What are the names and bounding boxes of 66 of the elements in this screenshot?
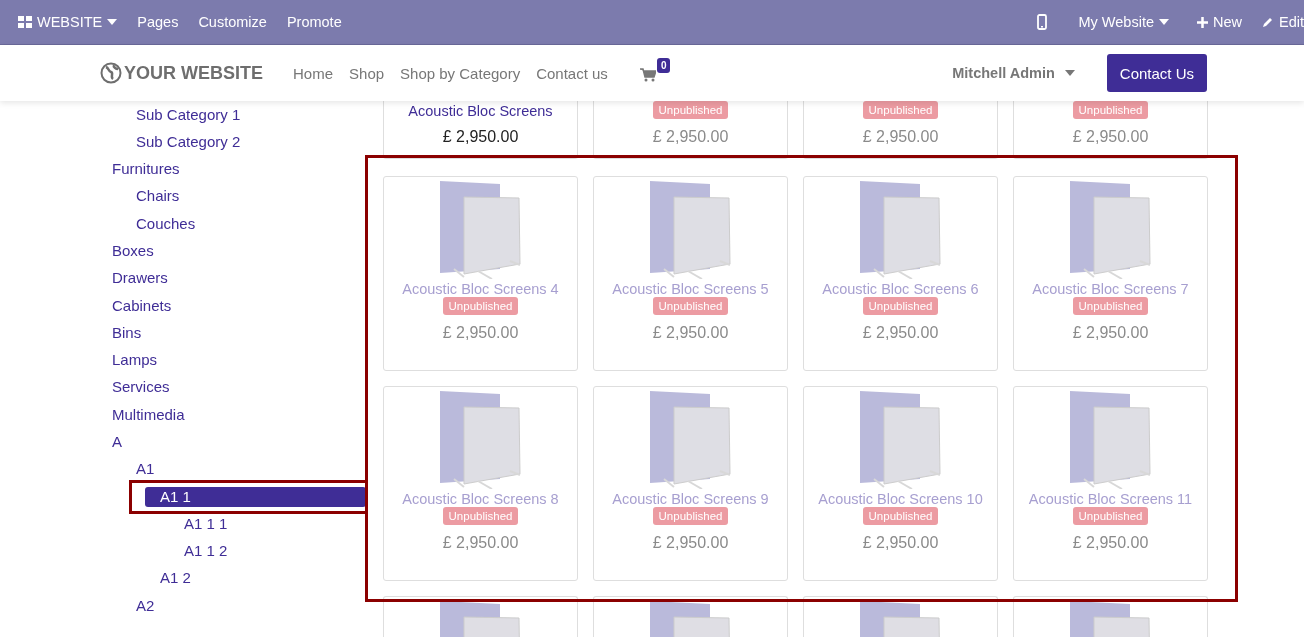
unpublished-badge: Unpublished	[652, 101, 729, 119]
site-logo[interactable]: YOUR WEBSITE	[100, 62, 263, 84]
unpublished-badge: Unpublished	[1072, 507, 1149, 525]
product-price: £ 2,950.00	[862, 534, 939, 552]
category-link[interactable]: Drawers	[112, 268, 168, 289]
category-link[interactable]: Chairs	[136, 186, 180, 207]
product-price: £ 2,950.00	[442, 324, 519, 342]
edit-button[interactable]: Edit	[1252, 14, 1304, 30]
category-link[interactable]: A1 1 1	[184, 513, 228, 534]
product-price: £ 2,950.00	[442, 534, 519, 552]
product-price: £ 2,950.00	[862, 128, 939, 146]
cart-icon	[639, 68, 656, 82]
unpublished-badge: Unpublished	[652, 507, 729, 525]
nav-link[interactable]: Home	[285, 64, 342, 82]
category-link[interactable]: A	[112, 432, 122, 452]
product-price: £ 2,950.00	[442, 128, 519, 146]
nav-link[interactable]: Contact us	[528, 64, 616, 82]
category-link[interactable]: Sub Category 1	[136, 104, 241, 125]
category-link[interactable]: Cabinets	[112, 295, 172, 316]
category-link[interactable]: Services	[112, 377, 170, 398]
unpublished-badge: Unpublished	[862, 507, 939, 525]
category-link[interactable]: A2	[136, 595, 155, 616]
globe-icon	[100, 62, 122, 84]
grid-icon	[18, 16, 32, 28]
unpublished-badge: Unpublished	[652, 297, 729, 315]
product-price: £ 2,950.00	[1072, 534, 1149, 552]
contact-us-button[interactable]: Contact Us	[1106, 54, 1207, 92]
category-link[interactable]: Sub Category 2	[136, 131, 241, 152]
unpublished-badge: Unpublished	[442, 507, 519, 525]
admin-menu-link[interactable]: Customize	[188, 14, 277, 30]
admin-menu-link[interactable]: Pages	[127, 14, 189, 30]
category-link[interactable]: A1	[136, 459, 155, 480]
unpublished-badge: Unpublished	[1072, 101, 1149, 119]
new-button[interactable]: New	[1187, 14, 1252, 30]
category-link[interactable]: A1 1	[145, 486, 366, 507]
apps-menu[interactable]: WEBSITE	[8, 14, 128, 30]
plus-icon	[1197, 16, 1208, 28]
product-price: £ 2,950.00	[652, 128, 729, 146]
admin-menu-link[interactable]: Promote	[276, 14, 352, 30]
product-price: £ 2,950.00	[1072, 128, 1149, 146]
product-name[interactable]: Acoustic Bloc Screens	[408, 103, 553, 119]
product-price: £ 2,950.00	[652, 324, 729, 342]
category-link[interactable]: A1 2	[160, 568, 191, 589]
unpublished-badge: Unpublished	[442, 297, 519, 315]
product-price: £ 2,950.00	[1072, 324, 1149, 342]
category-link[interactable]: A1 1 2	[184, 541, 228, 562]
unpublished-badge: Unpublished	[862, 101, 939, 119]
site-switcher[interactable]: My Website	[1068, 14, 1179, 30]
category-link[interactable]: Boxes	[112, 241, 154, 262]
category-link[interactable]: Multimedia	[112, 404, 185, 425]
user-menu[interactable]: Mitchell Admin	[952, 65, 1075, 81]
category-link[interactable]: Bins	[112, 322, 142, 343]
caret-icon	[107, 19, 118, 25]
product-price: £ 2,950.00	[862, 324, 939, 342]
unpublished-badge: Unpublished	[862, 297, 939, 315]
category-link[interactable]: Furnitures	[112, 159, 180, 180]
nav-link[interactable]: Shop	[341, 64, 393, 82]
cart-count: 0	[656, 58, 671, 73]
unpublished-badge: Unpublished	[1072, 297, 1149, 315]
nav-link[interactable]: Shop by Category	[392, 64, 529, 82]
caret-icon	[1159, 19, 1169, 25]
product-price: £ 2,950.00	[652, 534, 729, 552]
pencil-icon	[1262, 16, 1274, 28]
caret-icon	[1064, 70, 1075, 76]
category-link[interactable]: Couches	[136, 213, 196, 234]
category-link[interactable]: Lamps	[112, 350, 158, 371]
